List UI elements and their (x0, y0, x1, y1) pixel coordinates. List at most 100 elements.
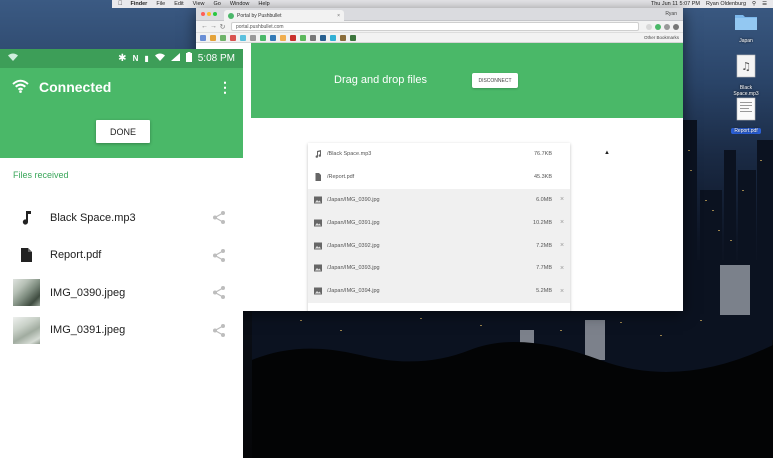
desktop-icon-label: Japan (739, 38, 753, 44)
bookmark-icon[interactable] (310, 34, 316, 41)
menu-view[interactable]: View (193, 1, 205, 7)
desktop-icon-black-space[interactable]: ♫ Black Space.mp3 (731, 54, 761, 97)
browser-toolbar: ← → ↻ portal.pushbullet.com (196, 21, 683, 33)
image-icon (314, 264, 322, 272)
desktop:  Finder File Edit View Go Window Help T… (0, 0, 773, 458)
tab-strip: Portal by Pushbullet × Ryan (196, 8, 683, 21)
bookmark-icon[interactable] (200, 34, 206, 41)
connection-title: Connected (39, 79, 112, 95)
menu-help[interactable]: Help (258, 1, 269, 7)
address-bar[interactable]: portal.pushbullet.com (231, 22, 639, 31)
files-received-heading: Files received (13, 170, 69, 180)
received-file-row[interactable]: Black Space.mp3 (0, 199, 243, 237)
document-icon (314, 173, 322, 182)
notification-center-icon[interactable]: ☰ (762, 1, 767, 7)
minimize-window-icon[interactable] (207, 12, 211, 16)
cancel-transfer-icon[interactable]: × (560, 219, 570, 226)
transfer-row: /Black Space.mp3 76.7KB (308, 143, 570, 166)
bookmark-icon[interactable] (290, 34, 296, 41)
url-text: portal.pushbullet.com (236, 23, 284, 30)
wifi-icon (154, 53, 165, 64)
transfer-file-size: 45.3KB (533, 174, 552, 181)
forward-icon[interactable]: → (209, 23, 218, 30)
bookmark-icon[interactable] (270, 34, 276, 41)
overflow-menu-icon[interactable]: ⋮ (218, 79, 232, 96)
spotlight-icon[interactable]: ⚲ (752, 1, 756, 7)
cancel-transfer-icon[interactable]: × (560, 265, 570, 272)
menu-edit[interactable]: Edit (174, 1, 183, 7)
share-icon[interactable] (212, 211, 226, 225)
pdf-file-icon (736, 97, 756, 121)
bookmark-star-icon[interactable] (646, 23, 652, 30)
reload-icon[interactable]: ↻ (218, 23, 227, 31)
bookmark-icon[interactable] (350, 34, 356, 41)
share-icon[interactable] (212, 323, 226, 337)
transfer-list: /Black Space.mp3 76.7KB /Report.pdf 45.3… (308, 143, 570, 311)
bookmark-icon[interactable] (240, 34, 246, 41)
share-icon[interactable] (212, 286, 226, 300)
menu-user[interactable]: Ryan Oldenburg (706, 1, 746, 7)
received-files-list: Black Space.mp3 Report.pdf IMG_0390.jpeg (0, 199, 243, 349)
wifi-signal-icon (8, 53, 18, 64)
bookmark-icon[interactable] (210, 34, 216, 41)
folder-icon (735, 15, 757, 30)
bookmark-icon[interactable] (280, 34, 286, 41)
menu-clock[interactable]: Thu Jun 11 5:07 PM (651, 1, 700, 7)
bookmark-icon[interactable] (320, 34, 326, 41)
other-bookmarks[interactable]: Other Bookmarks (644, 35, 679, 40)
zoom-window-icon[interactable] (213, 12, 217, 16)
image-icon (314, 242, 322, 250)
bookmark-icon[interactable] (260, 34, 266, 41)
bookmark-icon[interactable] (230, 34, 236, 41)
bookmark-icon[interactable] (340, 34, 346, 41)
received-file-row[interactable]: Report.pdf (0, 237, 243, 275)
pushbullet-extension-icon[interactable] (655, 23, 661, 30)
transfer-row: /Japan/IMG_0390.jpg 6.0MB × (308, 188, 570, 212)
menu-file[interactable]: File (156, 1, 165, 7)
received-file-name: IMG_0390.jpeg (50, 286, 126, 299)
transfer-file-size: 6.0MB (536, 196, 552, 203)
image-icon (314, 196, 322, 204)
received-file-name: Black Space.mp3 (50, 211, 136, 224)
received-file-name: Report.pdf (50, 249, 102, 262)
desktop-icon-japan[interactable]: Japan (731, 11, 761, 44)
status-time: 5:08 PM (197, 53, 235, 64)
received-file-row[interactable]: IMG_0391.jpeg (0, 312, 243, 350)
transfer-file-size: 7.2MB (536, 242, 552, 249)
profile-name[interactable]: Ryan (665, 11, 677, 17)
android-status-bar: ✱ N ▮ 5:08 PM (0, 49, 243, 68)
transfer-file-size: 10.2MB (533, 219, 552, 226)
vibrate-icon: ▮ (144, 54, 149, 63)
browser-tab[interactable]: Portal by Pushbullet × (224, 10, 344, 21)
extension-icon[interactable] (664, 23, 670, 30)
bluetooth-icon: ✱ (118, 53, 127, 64)
close-window-icon[interactable] (201, 12, 205, 16)
menu-window[interactable]: Window (230, 1, 250, 7)
apple-icon[interactable]:  (118, 1, 123, 7)
disconnect-button[interactable]: DISCONNECT (472, 73, 518, 88)
desktop-icon-report[interactable]: Report.pdf (731, 97, 761, 134)
bookmarks-bar: Other Bookmarks (196, 33, 683, 43)
received-file-row[interactable]: IMG_0390.jpeg (0, 274, 243, 312)
menu-extras: Thu Jun 11 5:07 PM Ryan Oldenburg ⚲ ☰ (645, 1, 773, 7)
cancel-transfer-icon[interactable]: × (560, 196, 570, 203)
transfer-file-name: /Japan/IMG_0393.jpg (327, 265, 380, 272)
bookmark-icon[interactable] (300, 34, 306, 41)
bookmark-icon[interactable] (250, 34, 256, 41)
cancel-transfer-icon[interactable]: × (560, 242, 570, 249)
status-bar-right: ✱ N ▮ 5:08 PM (112, 52, 235, 65)
lte-signal-icon (170, 53, 180, 64)
transfer-row: /Japan/IMG_0392.jpg 7.2MB × (308, 234, 570, 257)
done-button[interactable]: DONE (96, 120, 150, 143)
menu-go[interactable]: Go (214, 1, 221, 7)
bookmark-icon[interactable] (220, 34, 226, 41)
browser-window: Portal by Pushbullet × Ryan ← → ↻ portal… (196, 8, 683, 311)
back-icon[interactable]: ← (200, 23, 209, 30)
menu-icon[interactable] (673, 23, 679, 30)
bookmark-icon[interactable] (330, 34, 336, 41)
cancel-transfer-icon[interactable]: × (560, 288, 570, 295)
transfer-file-name: /Japan/IMG_0390.jpg (327, 196, 380, 203)
menu-app-name[interactable]: Finder (131, 1, 148, 7)
share-icon[interactable] (212, 248, 226, 262)
close-tab-icon[interactable]: × (337, 13, 340, 19)
